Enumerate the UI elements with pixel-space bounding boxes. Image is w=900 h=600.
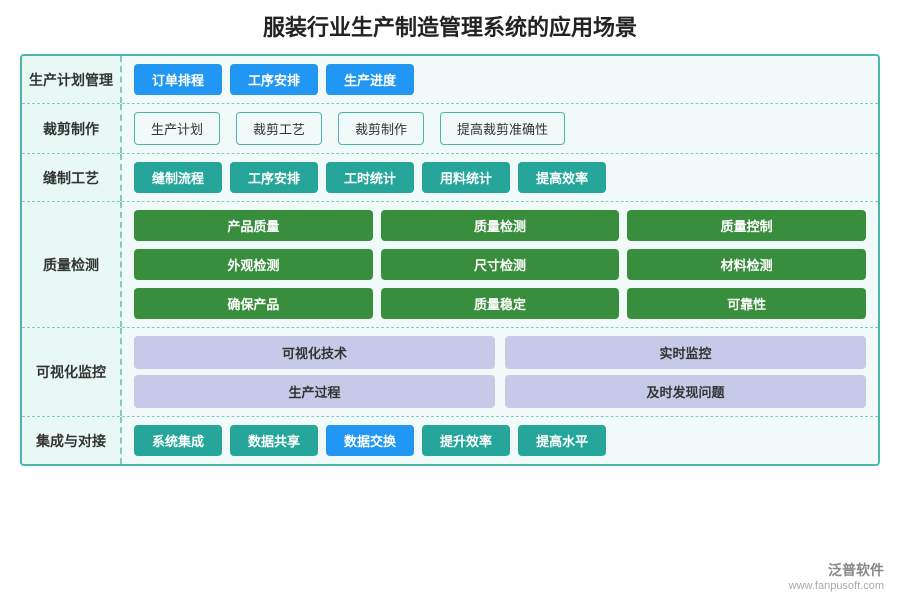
cutting-item-2: 裁剪工艺 <box>236 112 322 145</box>
btn-appearance-detect[interactable]: 外观检测 <box>134 249 373 280</box>
btn-system-integration[interactable]: 系统集成 <box>134 425 222 456</box>
row-quality: 质量检测 产品质量 质量检测 质量控制 外观检测 尺寸检测 材料检测 确保产品 … <box>22 202 878 328</box>
btn-data-share[interactable]: 数据共享 <box>230 425 318 456</box>
cutting-item-4: 提高裁剪准确性 <box>440 112 565 145</box>
btn-material-detect[interactable]: 材料检测 <box>627 249 866 280</box>
quality-grid: 产品质量 质量检测 质量控制 外观检测 尺寸检测 材料检测 确保产品 质量稳定 … <box>134 210 866 319</box>
btn-sewing-flow[interactable]: 缝制流程 <box>134 162 222 193</box>
btn-size-detect[interactable]: 尺寸检测 <box>381 249 620 280</box>
watermark: 泛普软件 www.fanpusoft.com <box>789 560 884 592</box>
content-production-plan: 订单排程 工序安排 生产进度 <box>122 56 878 103</box>
row-integration: 集成与对接 系统集成 数据共享 数据交换 提升效率 提高水平 <box>22 417 878 464</box>
content-quality: 产品质量 质量检测 质量控制 外观检测 尺寸检测 材料检测 确保产品 质量稳定 … <box>122 202 878 327</box>
row-cutting: 裁剪制作 生产计划 裁剪工艺 裁剪制作 提高裁剪准确性 <box>22 104 878 154</box>
btn-process-arrange2[interactable]: 工序安排 <box>230 162 318 193</box>
btn-quality-detect[interactable]: 质量检测 <box>381 210 620 241</box>
btn-improve-efficiency[interactable]: 提高效率 <box>518 162 606 193</box>
label-quality: 质量检测 <box>22 202 122 327</box>
label-sewing: 缝制工艺 <box>22 154 122 201</box>
page-title: 服装行业生产制造管理系统的应用场景 <box>20 10 880 42</box>
btn-order-schedule[interactable]: 订单排程 <box>134 64 222 95</box>
btn-quality-control[interactable]: 质量控制 <box>627 210 866 241</box>
btn-improve-level[interactable]: 提高水平 <box>518 425 606 456</box>
cutting-item-3: 裁剪制作 <box>338 112 424 145</box>
main-table: 生产计划管理 订单排程 工序安排 生产进度 裁剪制作 生产计划 裁剪工艺 裁剪制… <box>20 54 880 466</box>
page-wrapper: 服装行业生产制造管理系统的应用场景 生产计划管理 订单排程 工序安排 生产进度 … <box>0 0 900 600</box>
btn-material-stat[interactable]: 用料统计 <box>422 162 510 193</box>
watermark-brand: 泛普软件 <box>789 560 884 580</box>
cutting-item-1: 生产计划 <box>134 112 220 145</box>
btn-production-progress[interactable]: 生产进度 <box>326 64 414 95</box>
monitor-row-1: 可视化技术 实时监控 <box>134 336 866 369</box>
watermark-url: www.fanpusoft.com <box>789 580 884 592</box>
btn-product-quality[interactable]: 产品质量 <box>134 210 373 241</box>
content-cutting: 生产计划 裁剪工艺 裁剪制作 提高裁剪准确性 <box>122 104 878 153</box>
row-production-plan: 生产计划管理 订单排程 工序安排 生产进度 <box>22 56 878 104</box>
monitor-visualization-tech: 可视化技术 <box>134 336 495 369</box>
label-monitor: 可视化监控 <box>22 328 122 416</box>
content-sewing: 缝制流程 工序安排 工时统计 用料统计 提高效率 <box>122 154 878 201</box>
label-integration: 集成与对接 <box>22 417 122 464</box>
btn-ensure-product[interactable]: 确保产品 <box>134 288 373 319</box>
monitor-find-issues: 及时发现问题 <box>505 375 866 408</box>
btn-process-arrange[interactable]: 工序安排 <box>230 64 318 95</box>
monitor-realtime: 实时监控 <box>505 336 866 369</box>
monitor-row-2: 生产过程 及时发现问题 <box>134 375 866 408</box>
btn-workhours[interactable]: 工时统计 <box>326 162 414 193</box>
row-sewing: 缝制工艺 缝制流程 工序安排 工时统计 用料统计 提高效率 <box>22 154 878 202</box>
btn-data-exchange[interactable]: 数据交换 <box>326 425 414 456</box>
monitor-production-process: 生产过程 <box>134 375 495 408</box>
label-production-plan: 生产计划管理 <box>22 56 122 103</box>
btn-reliable[interactable]: 可靠性 <box>627 288 866 319</box>
monitor-grid: 可视化技术 实时监控 生产过程 及时发现问题 <box>134 336 866 408</box>
content-integration: 系统集成 数据共享 数据交换 提升效率 提高水平 <box>122 417 878 464</box>
row-monitor: 可视化监控 可视化技术 实时监控 生产过程 及时发现问题 <box>22 328 878 417</box>
btn-improve-efficiency2[interactable]: 提升效率 <box>422 425 510 456</box>
content-monitor: 可视化技术 实时监控 生产过程 及时发现问题 <box>122 328 878 416</box>
btn-quality-stable[interactable]: 质量稳定 <box>381 288 620 319</box>
label-cutting: 裁剪制作 <box>22 104 122 153</box>
